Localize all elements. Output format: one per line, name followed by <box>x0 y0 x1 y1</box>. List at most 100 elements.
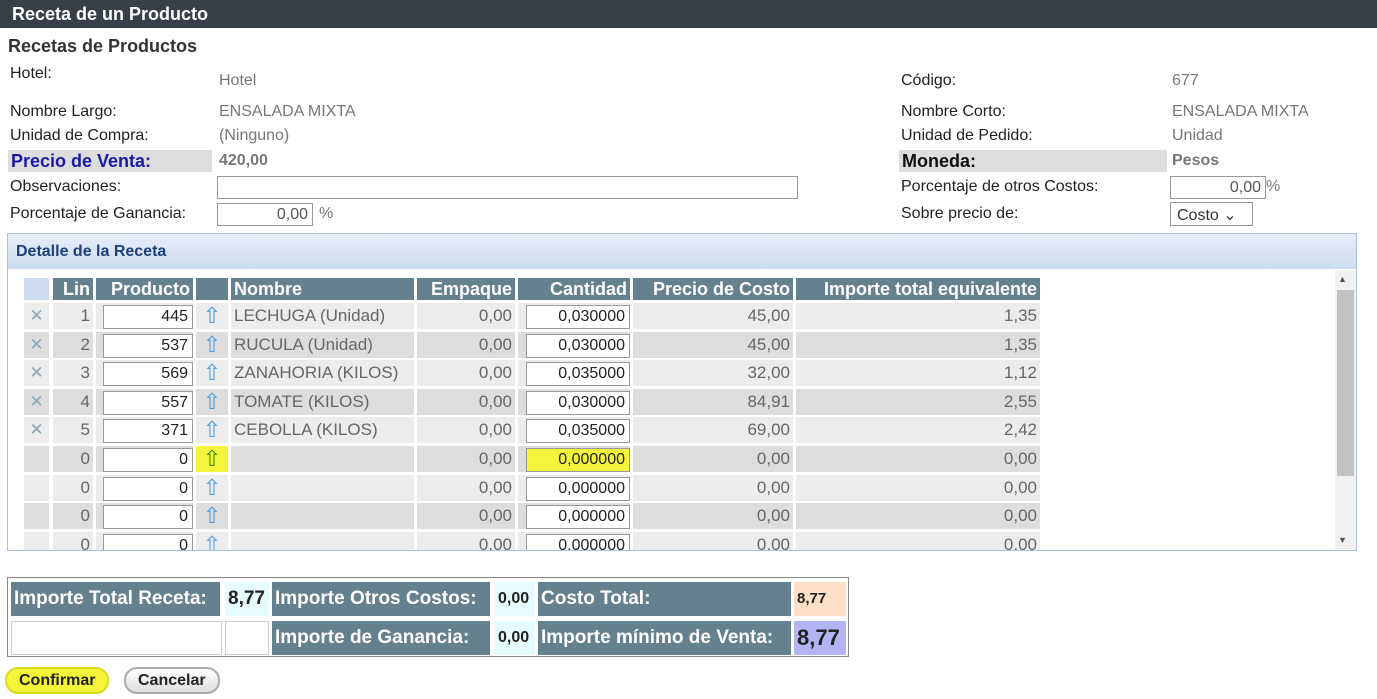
cantidad-input[interactable] <box>526 476 630 501</box>
empty-cell <box>11 621 222 655</box>
lookup-arrow-icon[interactable]: ⇧ <box>196 417 228 444</box>
row-empaque: 0,00 <box>417 417 515 444</box>
moneda-value: Pesos <box>1172 152 1220 169</box>
row-importe: 0,00 <box>796 474 1040 501</box>
hotel-label: Hotel: <box>10 65 52 82</box>
row-importe: 0,00 <box>796 503 1040 530</box>
producto-input[interactable] <box>103 362 193 387</box>
summary-panel: Importe Total Receta: 8,77 Importe Otros… <box>7 577 849 657</box>
section-title: Recetas de Productos <box>8 36 198 56</box>
producto-input[interactable] <box>103 476 193 501</box>
delete-row-icon[interactable] <box>24 531 49 550</box>
scrollbar-thumb[interactable] <box>1337 290 1354 476</box>
row-nombre: CEBOLLA (KILOS) <box>231 417 414 444</box>
producto-input[interactable] <box>103 533 193 550</box>
empty-cell <box>225 621 269 655</box>
row-nombre: LECHUGA (Unidad) <box>231 303 414 329</box>
row-importe: 1,12 <box>796 360 1040 387</box>
codigo-value: 677 <box>1172 72 1199 89</box>
delete-row-icon[interactable]: ✕ <box>24 388 49 415</box>
producto-input[interactable] <box>103 448 193 472</box>
observaciones-input[interactable] <box>217 176 798 199</box>
row-nombre: RUCULA (Unidad) <box>231 331 414 358</box>
cantidad-input[interactable] <box>526 419 630 444</box>
observaciones-label: Observaciones: <box>10 178 122 195</box>
row-importe: 1,35 <box>796 303 1040 329</box>
cantidad-input[interactable] <box>526 305 630 329</box>
delete-row-icon[interactable] <box>24 503 49 530</box>
row-importe: 0,00 <box>796 531 1040 550</box>
producto-input[interactable] <box>103 390 193 415</box>
importe-minimo-label: Importe mínimo de Venta: <box>538 621 791 655</box>
pct-otros-input[interactable] <box>1170 176 1266 199</box>
lookup-arrow-icon[interactable]: ⇧ <box>196 388 228 415</box>
row-nombre: ZANAHORIA (KILOS) <box>231 360 414 387</box>
producto-input[interactable] <box>103 505 193 530</box>
lookup-arrow-icon[interactable]: ⇧ <box>196 531 228 550</box>
producto-input[interactable] <box>103 305 193 329</box>
lookup-arrow-icon[interactable]: ⇧ <box>196 446 228 472</box>
row-empaque: 0,00 <box>417 360 515 387</box>
row-precio: 32,00 <box>633 360 793 387</box>
nombre-largo-label: Nombre Largo: <box>10 103 117 120</box>
col-icon <box>196 278 228 300</box>
cantidad-input[interactable] <box>526 533 630 550</box>
row-nombre: TOMATE (KILOS) <box>231 388 414 415</box>
row-precio: 45,00 <box>633 303 793 329</box>
col-delete-header <box>24 278 49 300</box>
row-lin: 0 <box>53 531 93 550</box>
lookup-arrow-icon[interactable]: ⇧ <box>196 474 228 501</box>
row-lin: 4 <box>53 388 93 415</box>
cantidad-input[interactable] <box>526 362 630 387</box>
row-nombre <box>231 503 414 530</box>
pct-otros-sign: % <box>1266 178 1281 195</box>
costo-total-value: 8,77 <box>794 582 846 616</box>
row-precio: 0,00 <box>633 446 793 472</box>
delete-row-icon[interactable]: ✕ <box>24 417 49 444</box>
cancel-button[interactable]: Cancelar <box>124 667 220 694</box>
row-lin: 0 <box>53 503 93 530</box>
unidad-pedido-label: Unidad de Pedido: <box>901 127 1033 144</box>
detail-panel: Detalle de la Receta Lin Producto Nombre… <box>7 233 1357 551</box>
costo-total-label: Costo Total: <box>538 582 791 616</box>
scrollbar[interactable]: ▲ ▼ <box>1335 270 1356 550</box>
col-importe: Importe total equivalente <box>796 278 1040 300</box>
row-lin: 5 <box>53 417 93 444</box>
producto-input[interactable] <box>103 333 193 358</box>
row-lin: 1 <box>53 303 93 329</box>
cantidad-input[interactable] <box>526 505 630 530</box>
delete-row-icon[interactable]: ✕ <box>24 303 49 329</box>
producto-input[interactable] <box>103 419 193 444</box>
lookup-arrow-icon[interactable]: ⇧ <box>196 503 228 530</box>
pct-ganancia-input[interactable] <box>217 203 313 226</box>
row-precio: 0,00 <box>633 531 793 550</box>
unidad-compra-label: Unidad de Compra: <box>10 127 149 144</box>
delete-row-icon[interactable] <box>24 474 49 501</box>
lookup-arrow-icon[interactable]: ⇧ <box>196 303 228 329</box>
lookup-arrow-icon[interactable]: ⇧ <box>196 331 228 358</box>
sobre-precio-select[interactable]: Costo ⌄ <box>1170 202 1253 226</box>
delete-row-icon[interactable]: ✕ <box>24 360 49 387</box>
confirm-button[interactable]: Confirmar <box>5 667 110 694</box>
moneda-label: Moneda: <box>899 150 1167 172</box>
importe-total-receta-value: 8,77 <box>225 582 269 616</box>
codigo-label: Código: <box>901 72 957 89</box>
delete-row-icon[interactable]: ✕ <box>24 331 49 358</box>
scroll-up-icon[interactable]: ▲ <box>1338 274 1347 284</box>
row-lin: 2 <box>53 331 93 358</box>
scroll-down-icon[interactable]: ▼ <box>1338 535 1347 545</box>
sobre-precio-value: Costo <box>1177 207 1219 224</box>
cantidad-input[interactable] <box>526 333 630 358</box>
row-importe: 2,55 <box>796 388 1040 415</box>
hotel-value: Hotel <box>219 72 257 89</box>
delete-row-icon[interactable] <box>24 446 49 472</box>
row-precio: 84,91 <box>633 388 793 415</box>
pct-ganancia-sign: % <box>319 205 334 222</box>
lookup-arrow-icon[interactable]: ⇧ <box>196 360 228 387</box>
importe-otros-label: Importe Otros Costos: <box>272 582 490 616</box>
cantidad-input[interactable] <box>526 448 630 472</box>
pct-otros-label: Porcentaje de otros Costos: <box>901 178 1099 195</box>
row-lin: 3 <box>53 360 93 387</box>
row-empaque: 0,00 <box>417 388 515 415</box>
cantidad-input[interactable] <box>526 390 630 415</box>
